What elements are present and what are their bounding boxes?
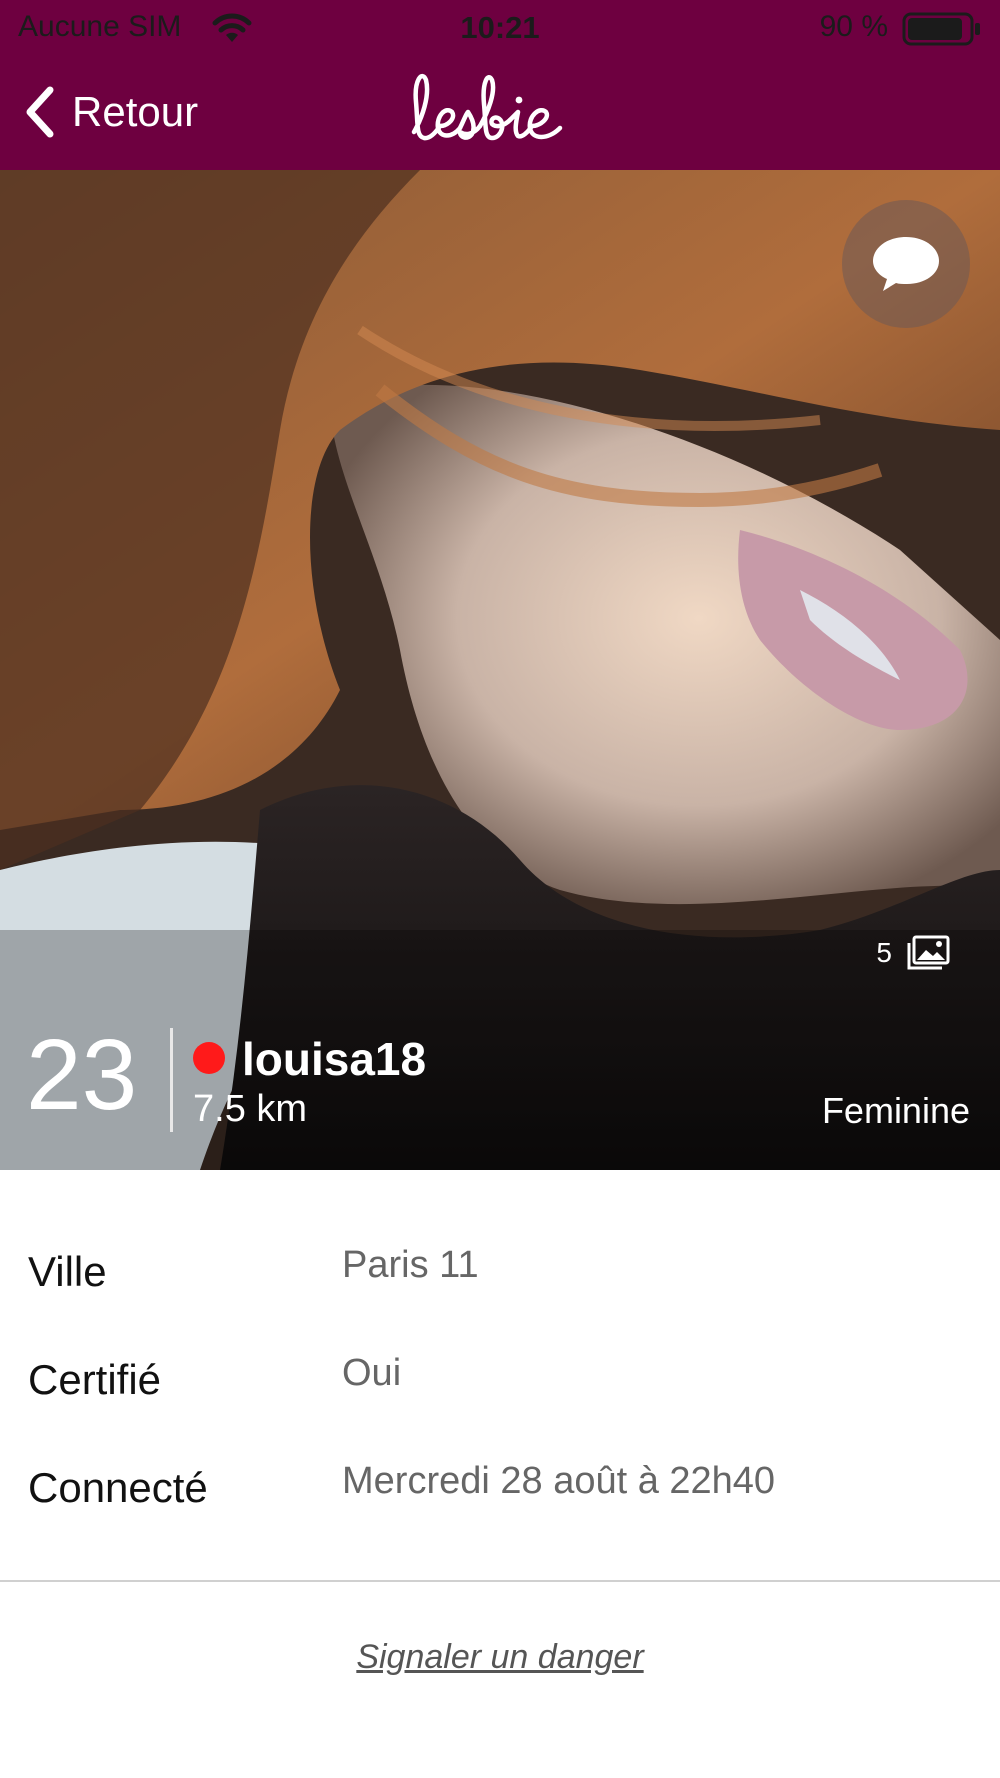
profile-distance: 7.5 km [193,1088,308,1130]
battery-icon [902,12,980,46]
chevron-left-icon [26,86,54,138]
detail-value: Oui [342,1352,402,1394]
lesbie-logo [411,73,563,141]
gallery-icon [907,935,950,970]
status-bar: Aucune SIM 10:21 90 % [0,0,1000,60]
back-button[interactable]: Retour [22,82,198,142]
top-bar: Aucune SIM 10:21 90 % Retour [0,0,1000,170]
photo-count[interactable]: 5 [876,935,950,971]
detail-row-ville: Ville Paris 11 [0,1244,1000,1328]
battery-percentage: 90 % [819,10,888,43]
detail-label: Ville [28,1248,107,1295]
detail-label: Connecté [28,1464,208,1511]
profile-age: 23 [26,1019,138,1131]
photo-count-number: 5 [876,937,892,968]
online-status-indicator [193,1042,225,1074]
profile-username: louisa18 [242,1033,427,1085]
chat-bubble-icon [873,237,939,291]
detail-value: Paris 11 [342,1244,479,1286]
detail-row-connecte: Connecté Mercredi 28 août à 22h40 [0,1460,1000,1544]
detail-label: Certifié [28,1356,162,1403]
detail-row-certifie: Certifié Oui [0,1352,1000,1436]
back-button-label: Retour [72,88,199,135]
profile-photo[interactable]: 5 23 louisa18 7.5 km Feminine [0,170,1000,1170]
profile-gender: Feminine [821,1090,970,1131]
chat-button[interactable] [842,200,970,328]
age-divider [170,1028,173,1132]
report-danger-link[interactable]: Signaler un danger [0,1638,1000,1677]
detail-value: Mercredi 28 août à 22h40 [342,1460,776,1502]
profile-photo-image [0,170,1000,1170]
navigation-bar: Retour [0,60,1000,170]
section-divider [0,1580,1000,1582]
